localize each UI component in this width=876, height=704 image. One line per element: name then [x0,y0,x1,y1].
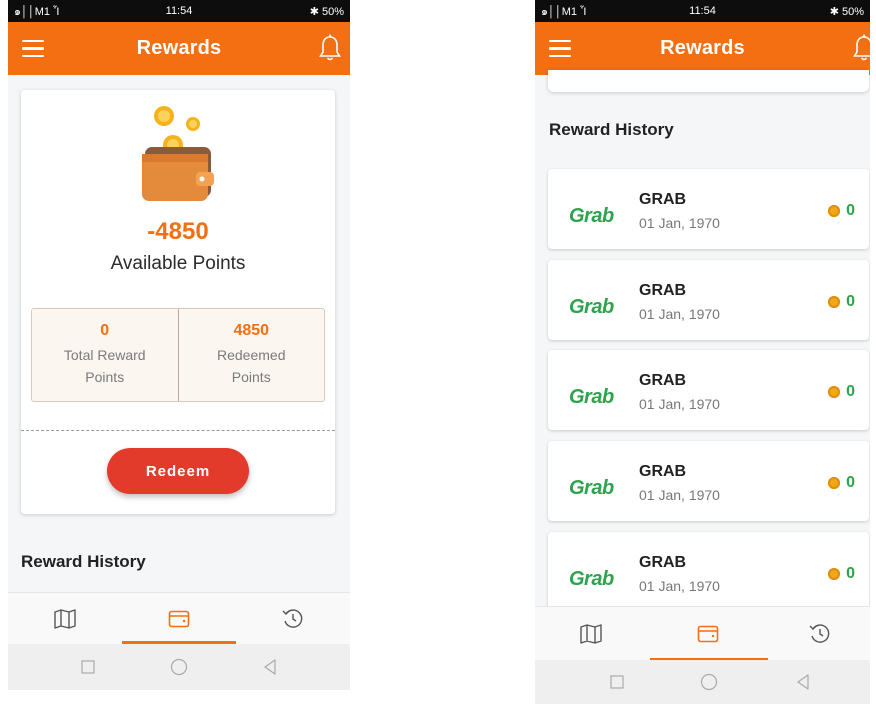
points-summary-card-edge [548,70,869,92]
history-merchant: GRAB [639,282,687,299]
history-points-value: 0 [846,383,855,400]
redeem-button[interactable]: Redeem [107,448,249,494]
bell-icon[interactable] [318,34,342,62]
menu-icon[interactable] [22,40,44,58]
app-bar: Rewards [8,22,350,75]
bottom-navigation [8,592,350,645]
grab-logo: Grab [569,477,614,499]
history-points-value: 0 [846,565,855,582]
tab-wallet[interactable] [647,607,769,661]
map-icon [580,624,602,644]
wallet-icon [697,625,719,643]
tab-history[interactable] [236,593,350,645]
points-breakdown: 0 Total Reward Points 4850 Redeemed Poin… [31,308,325,402]
redeemed-points: 4850 Redeemed Points [177,309,325,401]
total-reward-points: 0 Total Reward Points [32,309,178,401]
tab-map[interactable] [535,607,647,661]
coin-icon [828,296,841,308]
history-date: 01 Jan, 1970 [639,215,720,231]
history-points: 0 [828,202,855,220]
history-points-value: 0 [846,202,855,219]
history-date: 01 Jan, 1970 [639,487,720,503]
history-item[interactable]: Grab GRAB 01 Jan, 1970 0 [548,260,869,340]
tab-history[interactable] [769,607,870,661]
available-points-value: -4850 [147,218,209,245]
redeemed-value: 4850 [233,322,270,339]
redeemed-label: Redeemed Points [217,347,286,385]
history-points-value: 0 [846,474,855,491]
history-icon [282,609,303,628]
grab-logo: Grab [569,568,614,590]
grab-logo: Grab [569,205,614,227]
coin-icon [828,205,841,217]
history-merchant: GRAB [639,463,687,480]
bell-icon[interactable] [852,34,870,62]
status-bar: ๑││M1 Ἷ 11:54 ✱ 50% [8,0,350,22]
history-points: 0 [828,383,855,401]
reward-history-title: Reward History [549,120,674,139]
recent-apps-icon[interactable] [610,675,624,689]
history-points-value: 0 [846,293,855,310]
total-reward-value: 0 [100,322,110,339]
grab-logo: Grab [569,386,614,408]
rewards-screen-history: ๑││M1 Ἷ 11:54 ✱ 50% Rewards Reward Histo… [535,0,870,704]
status-bar: ๑││M1 Ἷ 11:54 ✱ 50% [535,0,870,22]
history-item[interactable]: Grab GRAB 01 Jan, 1970 0 [548,350,869,430]
battery-status: ✱ 50% [309,5,344,18]
coin-icon [828,477,841,489]
carrier-signal: ๑││M1 Ἷ [14,6,60,18]
available-points-label: Available Points [110,253,246,274]
coin-icon [828,386,841,398]
history-item[interactable]: Grab GRAB 01 Jan, 1970 0 [548,532,869,612]
battery-status: ✱ 50% [829,5,864,18]
history-points: 0 [828,474,855,492]
wallet-icon [168,610,190,628]
grab-logo: Grab [569,296,614,318]
history-points: 0 [828,293,855,311]
wallet-coins-icon [142,106,214,201]
reward-history-title: Reward History [21,552,146,571]
back-icon[interactable] [263,659,277,675]
status-time: 11:54 [689,5,716,17]
home-icon[interactable] [170,658,188,676]
history-merchant: GRAB [639,372,687,389]
home-icon[interactable] [700,673,718,691]
history-date: 01 Jan, 1970 [639,306,720,322]
system-nav-bar [535,660,870,704]
map-icon [54,609,76,629]
divider [21,430,335,431]
app-bar: Rewards [535,22,870,75]
history-item[interactable]: Grab GRAB 01 Jan, 1970 0 [548,169,869,249]
history-merchant: GRAB [639,191,687,208]
page-title: Rewards [660,37,745,59]
back-icon[interactable] [796,674,810,690]
page-title: Rewards [136,37,222,59]
points-summary-card: -4850 Available Points 0 Total Reward Po… [21,90,335,514]
history-points: 0 [828,565,855,583]
carrier-signal: ๑││M1 Ἷ [541,6,587,18]
history-item[interactable]: Grab GRAB 01 Jan, 1970 0 [548,441,869,521]
history-merchant: GRAB [639,554,687,571]
recent-apps-icon[interactable] [81,660,95,674]
coin-icon [828,568,841,580]
tab-wallet[interactable] [122,593,236,645]
history-date: 01 Jan, 1970 [639,396,720,412]
history-date: 01 Jan, 1970 [639,578,720,594]
menu-icon[interactable] [549,40,571,58]
rewards-screen-summary: ๑││M1 Ἷ 11:54 ✱ 50% Rewards -4850 Availa… [8,0,350,690]
history-icon [809,624,829,643]
system-nav-bar [8,644,350,690]
total-reward-label: Total Reward Points [63,347,146,385]
tab-map[interactable] [8,593,122,645]
status-time: 11:54 [165,5,193,17]
bottom-navigation [535,606,870,661]
